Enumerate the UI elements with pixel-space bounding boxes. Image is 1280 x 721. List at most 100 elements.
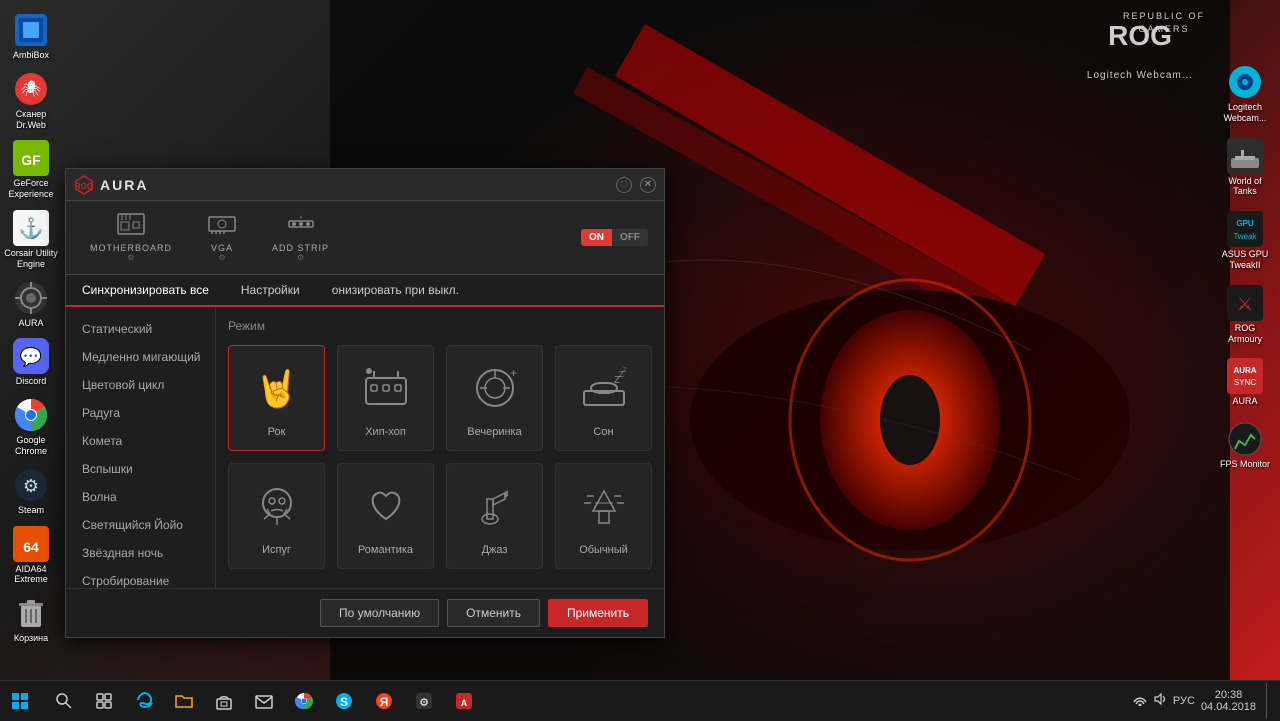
desktop-icon-geforce[interactable]: GF GeForceExperience [2, 136, 60, 204]
nav-tabs-bar: Синхронизировать все Настройки онизирова… [66, 275, 664, 307]
toggle-off-label[interactable]: OFF [612, 229, 648, 246]
device-tab-motherboard[interactable]: MOTHERBOARD ⚙ [82, 209, 180, 266]
music-mode-romance[interactable]: Романтика [337, 463, 434, 569]
svg-text:Z: Z [623, 368, 627, 374]
desktop-icon-fps-monitor[interactable]: FPS Monitor [1216, 417, 1274, 474]
mode-item-strobing[interactable]: Стробирование [66, 567, 215, 588]
window-close-button[interactable]: ✕ [640, 177, 656, 193]
mode-item-comet[interactable]: Комета [66, 427, 215, 455]
cam-icon [13, 280, 49, 316]
svg-text:⚔: ⚔ [1237, 294, 1253, 314]
music-modes-grid: 🤘 Рок [228, 345, 652, 569]
svg-text:SYNC: SYNC [1234, 378, 1256, 387]
desktop-icon-cam[interactable]: AURA [2, 276, 60, 333]
desktop-icon-aida64[interactable]: 64 AIDA64Extreme [2, 522, 60, 590]
chrome-icon [13, 397, 49, 433]
wot-icon [1227, 138, 1263, 174]
taskbar-network-icon[interactable] [1133, 692, 1147, 709]
nav-tab-settings[interactable]: Настройки [225, 275, 316, 307]
mode-item-flash[interactable]: Вспышки [66, 455, 215, 483]
nav-tab-sync[interactable]: Синхронизировать все [66, 275, 225, 307]
geforce-icon: GF [13, 140, 49, 176]
toggle-button[interactable]: ON OFF [581, 229, 648, 246]
mode-item-slow-blink[interactable]: Медленно мигающий [66, 343, 215, 371]
corsair-label: Corsair UtilityEngine [4, 248, 58, 270]
desktop-icon-logitech[interactable]: LogitechWebcam... [1216, 60, 1274, 128]
taskbar-search[interactable] [44, 681, 84, 721]
nav-tab-sleep[interactable]: онизировать при выкл. [316, 275, 475, 307]
taskbar-volume-icon[interactable] [1153, 692, 1167, 709]
mode-item-star-night[interactable]: Звёздная ночь [66, 539, 215, 567]
desktop-icon-steam[interactable]: ⚙ Steam [2, 463, 60, 520]
vga-indicator: ⚙ [218, 253, 225, 262]
on-off-toggle-group[interactable]: ON OFF [581, 229, 648, 246]
mode-item-static[interactable]: Статический [66, 315, 215, 343]
desktop-icon-corsair[interactable]: ⚓ Corsair UtilityEngine [2, 206, 60, 274]
taskbar-chrome[interactable] [284, 681, 324, 721]
music-mode-party[interactable]: + Вечеринка [446, 345, 543, 451]
desktop-icon-chrome[interactable]: GoogleChrome [2, 393, 60, 461]
music-mode-hiphop[interactable]: Хип-хоп [337, 345, 434, 451]
start-button[interactable] [0, 681, 40, 721]
taskbar-edge[interactable] [124, 681, 164, 721]
taskbar-task-view[interactable] [84, 681, 124, 721]
svg-text:+: + [299, 215, 302, 221]
wot-label: World ofTanks [1228, 176, 1261, 198]
desktop-icon-drweb[interactable]: 🕷 СканерDr.Web [2, 67, 60, 135]
normal-label: Обычный [579, 544, 628, 556]
music-mode-sleep[interactable]: Z Z Z Сон [555, 345, 652, 451]
store-icon [214, 691, 234, 711]
aura-window: ROG AURA □ ✕ MOTHERBOARD ⚙ VGA ⚙ + [65, 168, 665, 638]
desktop-icon-wot[interactable]: World ofTanks [1216, 134, 1274, 202]
desktop-left-sidebar: AmbiBox 🕷 СканерDr.Web GF GeForceExperie… [0, 0, 62, 680]
cam-label: AURA [18, 318, 43, 329]
task-view-icon [96, 693, 112, 709]
music-mode-rock[interactable]: 🤘 Рок [228, 345, 325, 451]
taskbar-lang[interactable]: РУС [1173, 695, 1195, 707]
svg-text:⚙: ⚙ [23, 476, 39, 496]
desktop-icon-trash[interactable]: Корзина [2, 591, 60, 648]
cancel-button[interactable]: Отменить [447, 599, 540, 627]
taskbar-app1[interactable]: ⚙ [404, 681, 444, 721]
device-tab-add-strip[interactable]: + ADD STRIP ⚙ [264, 209, 337, 266]
volume-icon [1153, 692, 1167, 706]
music-mode-scared[interactable]: Испуг [228, 463, 325, 569]
taskbar-explorer[interactable] [164, 681, 204, 721]
svg-text:+: + [510, 366, 517, 380]
taskbar-skype[interactable]: S [324, 681, 364, 721]
desktop-icon-discord[interactable]: 💬 Discord [2, 334, 60, 391]
taskbar-show-desktop[interactable] [1266, 683, 1272, 719]
aura-app-label: AURA [1232, 396, 1257, 407]
taskbar-clock[interactable]: 20:38 04.04.2018 [1201, 689, 1256, 713]
music-mode-normal[interactable]: Обычный [555, 463, 652, 569]
taskbar-aura-tray[interactable]: A [444, 681, 484, 721]
window-restore-button[interactable]: □ [616, 177, 632, 193]
mode-item-rainbow[interactable]: Радуга [66, 399, 215, 427]
rog-armoury-label: ROG Armoury [1218, 323, 1272, 345]
mode-item-shining-yoyo[interactable]: Светящийся Йойо [66, 511, 215, 539]
desktop-icon-rog-armoury[interactable]: ⚔ ROG Armoury [1216, 281, 1274, 349]
taskbar-mail[interactable] [244, 681, 284, 721]
desktop-icon-aura-app[interactable]: AURASYNC AURA [1216, 354, 1274, 411]
apply-button[interactable]: Применить [548, 599, 648, 627]
mode-item-wave[interactable]: Волна [66, 483, 215, 511]
default-button[interactable]: По умолчанию [320, 599, 439, 627]
add-strip-label: ADD STRIP [272, 243, 329, 253]
svg-text:ROG: ROG [75, 182, 93, 191]
toggle-on-label[interactable]: ON [581, 229, 612, 246]
discord-label: Discord [16, 376, 47, 387]
explorer-icon [174, 691, 194, 711]
music-mode-jazz[interactable]: Джаз [446, 463, 543, 569]
mode-item-color-cycle[interactable]: Цветовой цикл [66, 371, 215, 399]
steam-icon: ⚙ [13, 467, 49, 503]
geforce-label: GeForceExperience [8, 178, 53, 200]
desktop-right-sidebar: LogitechWebcam... World ofTanks GPUTweak… [1210, 0, 1280, 680]
motherboard-indicator: ⚙ [127, 253, 134, 262]
desktop-icon-asus-gpu[interactable]: GPUTweak ASUS GPUTweakII [1216, 207, 1274, 275]
taskbar-store[interactable] [204, 681, 244, 721]
taskbar: S Я ⚙ A РУС 20:38 04.04.2018 [0, 680, 1280, 720]
trash-label: Корзина [14, 633, 48, 644]
desktop-icon-ambibox[interactable]: AmbiBox [2, 8, 60, 65]
device-tab-vga[interactable]: VGA ⚙ [200, 209, 244, 266]
taskbar-yandex[interactable]: Я [364, 681, 404, 721]
